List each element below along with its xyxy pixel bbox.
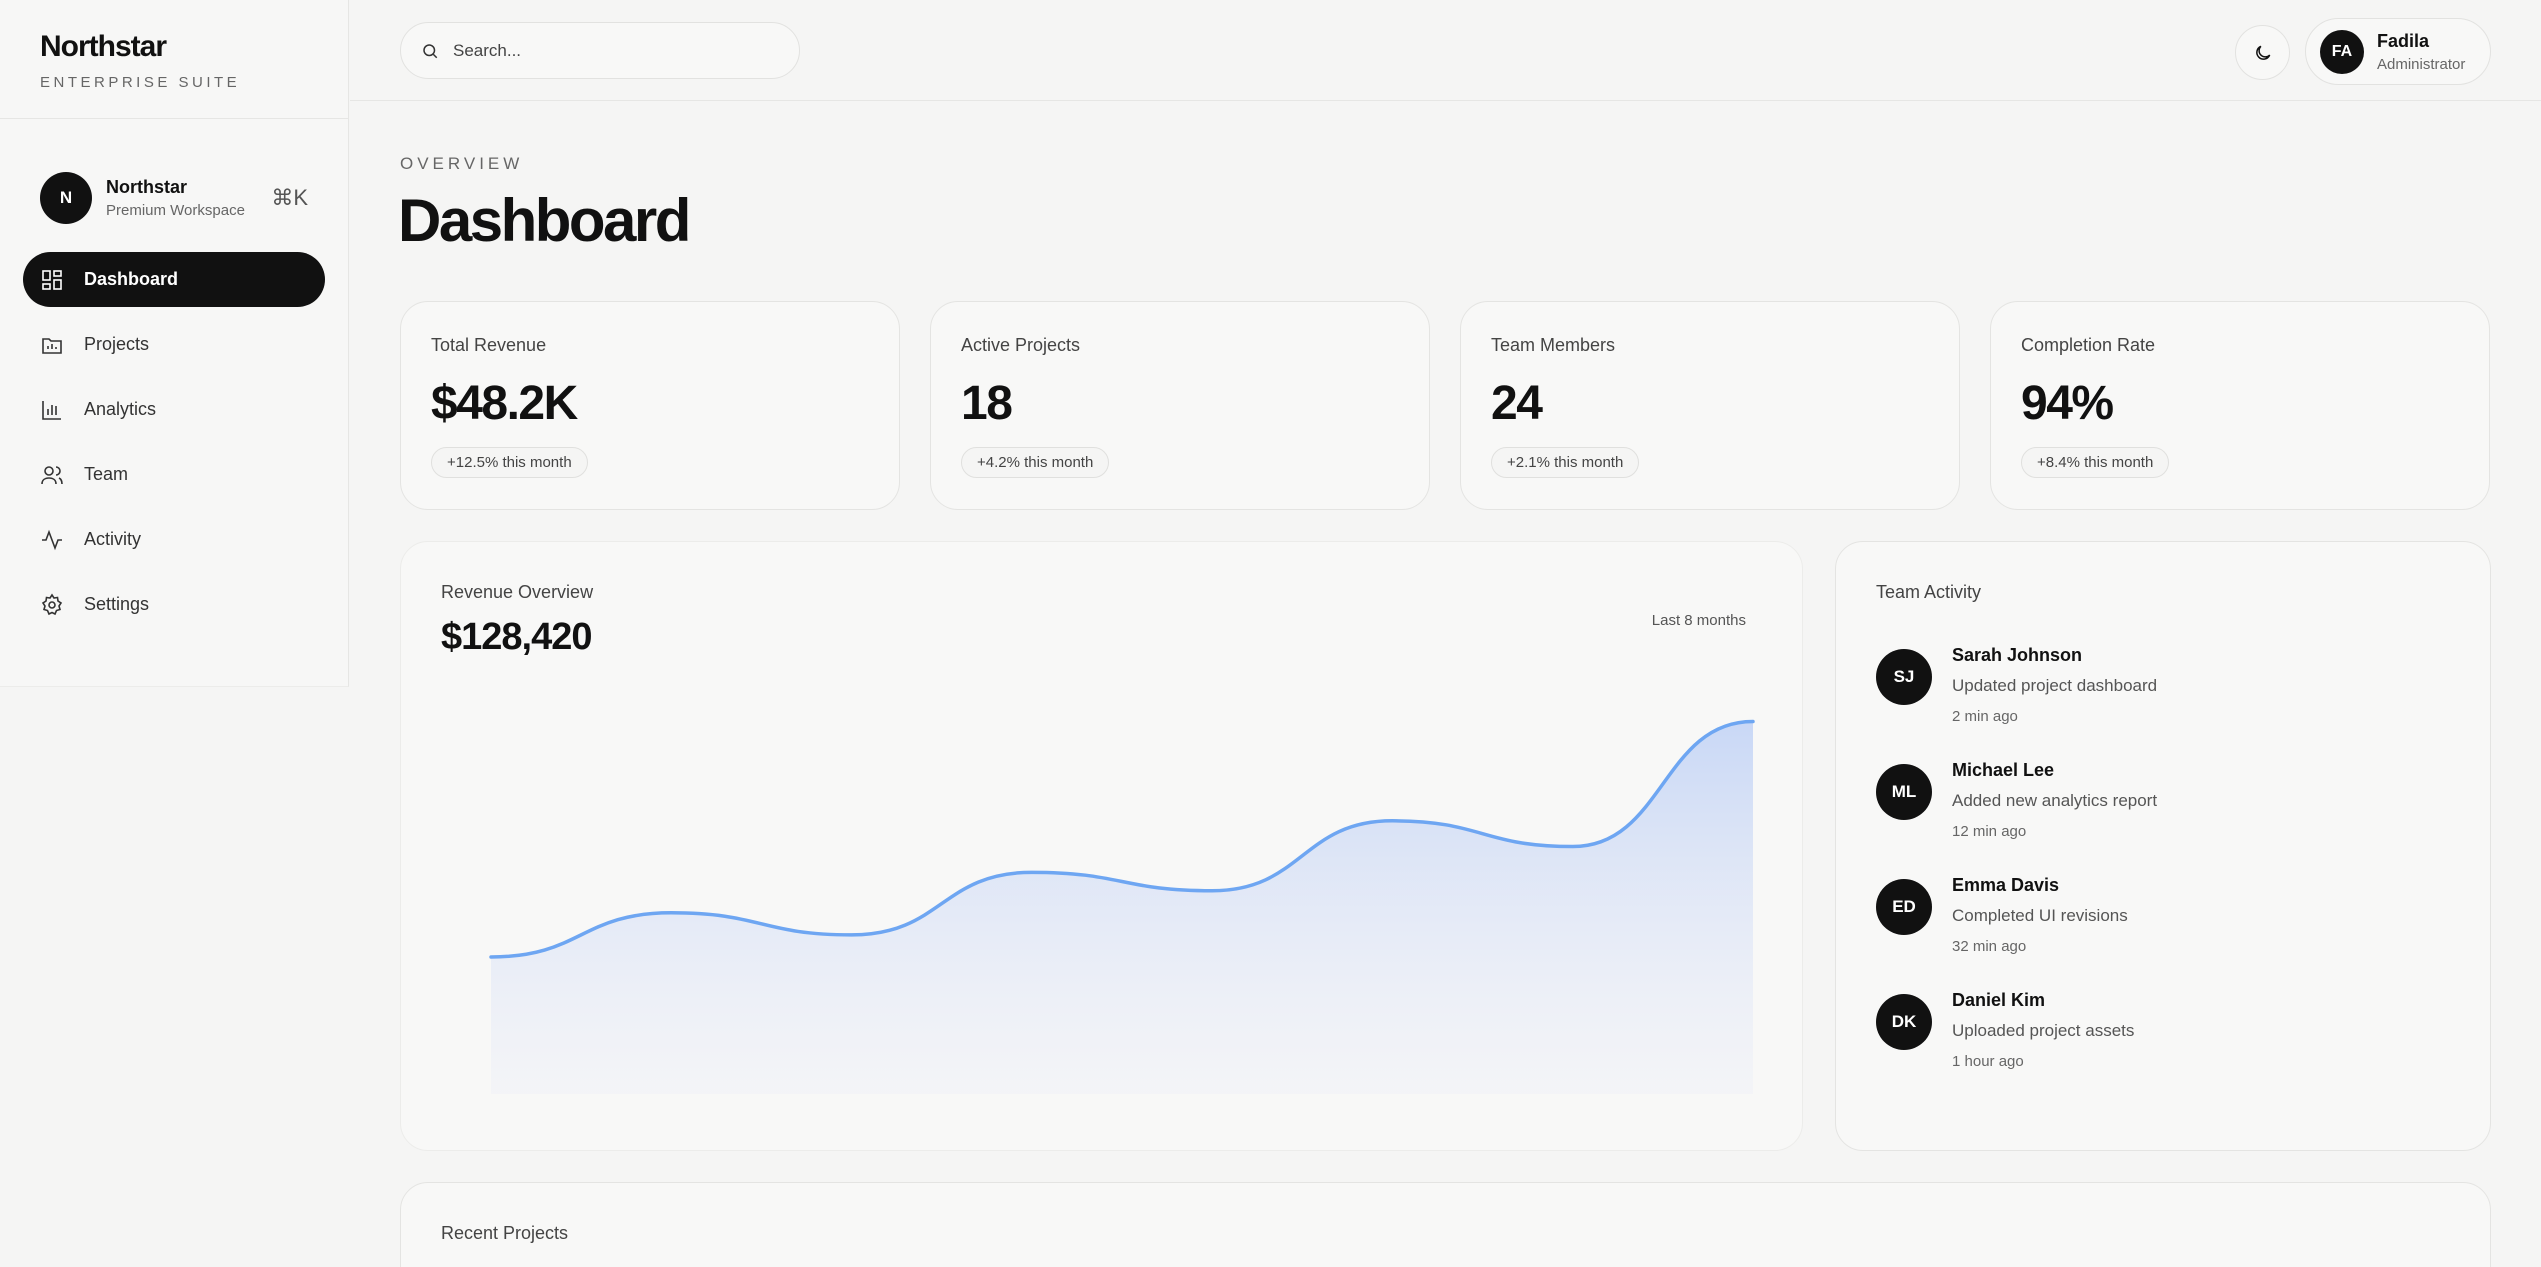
stat-change-badge: +2.1% this month: [1491, 447, 1640, 478]
search-input[interactable]: [453, 40, 773, 61]
user-name: Fadila: [2377, 30, 2430, 51]
sidebar-item-dashboard[interactable]: Dashboard: [23, 252, 325, 307]
activity-description: Updated project dashboard: [1952, 676, 2158, 695]
stat-change-badge: +8.4% this month: [2021, 447, 2170, 478]
activity-item[interactable]: DK Daniel Kim Uploaded project assets 1 …: [1876, 990, 2134, 1070]
avatar: ED: [1876, 879, 1932, 935]
sidebar-item-label: Dashboard: [84, 269, 179, 289]
sidebar-item-team[interactable]: Team: [23, 447, 325, 502]
sidebar-item-activity[interactable]: Activity: [23, 512, 325, 567]
workspace-avatar: N: [40, 171, 92, 224]
moon-icon: [2255, 45, 2270, 60]
avatar: SJ: [1876, 649, 1932, 705]
stat-label: Active Projects: [961, 335, 1081, 355]
activity-description: Uploaded project assets: [1952, 1021, 2135, 1040]
user-menu[interactable]: FA Fadila Administrator: [2305, 18, 2491, 85]
stat-label: Total Revenue: [431, 335, 547, 355]
stat-card-completion: Completion Rate 94% +8.4% this month: [1990, 301, 2490, 510]
avatar: DK: [1876, 994, 1932, 1050]
stat-change-badge: +12.5% this month: [431, 447, 588, 478]
activity-user-name: Michael Lee: [1952, 760, 2055, 780]
stat-change-badge: +4.2% this month: [961, 447, 1110, 478]
theme-toggle-button[interactable]: [2235, 25, 2290, 80]
activity-time: 32 min ago: [1952, 938, 2027, 955]
workspace-switcher[interactable]: N Northstar Premium Workspace ⌘K: [0, 119, 348, 239]
activity-item[interactable]: ML Michael Lee Added new analytics repor…: [1876, 760, 2157, 840]
sidebar-item-label: Team: [84, 464, 129, 484]
stat-card-team: Team Members 24 +2.1% this month: [1460, 301, 1960, 510]
top-bar: FA Fadila Administrator: [350, 0, 2541, 101]
brand-subtitle: ENTERPRISE SUITE: [40, 74, 241, 91]
pulse-icon: [42, 529, 62, 550]
activity-title: Team Activity: [1876, 582, 1982, 602]
chart-total-value: $128,420: [441, 616, 592, 658]
revenue-chart-card: Revenue Overview $128,420 Last 8 months: [400, 541, 1803, 1151]
search-icon: [423, 43, 438, 58]
stat-value: 18: [961, 377, 1013, 430]
stat-card-projects: Active Projects 18 +4.2% this month: [930, 301, 1430, 510]
sidebar-item-label: Settings: [84, 594, 150, 614]
recent-projects-card: Recent Projects: [400, 1182, 2491, 1267]
bar-chart-icon: [42, 400, 61, 420]
sidebar: Northstar ENTERPRISE SUITE N Northstar P…: [0, 0, 349, 687]
sidebar-item-analytics[interactable]: Analytics: [23, 382, 325, 437]
activity-time: 1 hour ago: [1952, 1053, 2024, 1070]
page-eyebrow: OVERVIEW: [400, 154, 524, 173]
workspace-name: Northstar: [106, 176, 188, 197]
activity-user-name: Sarah Johnson: [1952, 645, 2083, 665]
stat-label: Completion Rate: [2021, 335, 2156, 355]
brand: Northstar ENTERPRISE SUITE: [0, 0, 348, 119]
activity-description: Added new analytics report: [1952, 791, 2158, 810]
activity-item[interactable]: ED Emma Davis Completed UI revisions 32 …: [1876, 875, 2128, 955]
sidebar-item-label: Analytics: [84, 399, 157, 419]
activity-time: 2 min ago: [1952, 708, 2018, 725]
stat-value: $48.2K: [431, 377, 578, 430]
user-role: Administrator: [2377, 55, 2466, 73]
users-icon: [41, 465, 63, 484]
gear-icon: [41, 593, 63, 615]
stat-card-revenue: Total Revenue $48.2K +12.5% this month: [400, 301, 900, 510]
command-shortcut[interactable]: ⌘K: [271, 185, 308, 211]
sidebar-nav: Dashboard Projects Analytics Team Activi…: [0, 252, 348, 632]
sidebar-item-projects[interactable]: Projects: [23, 317, 325, 372]
avatar: FA: [2320, 29, 2364, 74]
stat-label: Team Members: [1491, 335, 1616, 355]
chart-title: Revenue Overview: [441, 582, 594, 602]
activity-item[interactable]: SJ Sarah Johnson Updated project dashboa…: [1876, 645, 2157, 725]
team-activity-card: Team Activity SJ Sarah Johnson Updated p…: [1835, 541, 2491, 1151]
recent-projects-title: Recent Projects: [441, 1223, 569, 1243]
sidebar-item-label: Activity: [84, 529, 142, 549]
sidebar-item-settings[interactable]: Settings: [23, 577, 325, 632]
activity-time: 12 min ago: [1952, 823, 2027, 840]
workspace-plan: Premium Workspace: [106, 201, 245, 219]
chart-range-label[interactable]: Last 8 months: [1652, 612, 1746, 629]
brand-name: Northstar: [40, 30, 167, 63]
stat-value: 94%: [2021, 377, 2114, 430]
folder-icon: [42, 337, 62, 354]
search-box[interactable]: [400, 22, 800, 79]
stat-value: 24: [1491, 377, 1543, 430]
revenue-chart: [489, 719, 1755, 1094]
revenue-area: [491, 721, 1753, 1094]
activity-user-name: Daniel Kim: [1952, 990, 2046, 1010]
activity-user-name: Emma Davis: [1952, 875, 2060, 895]
activity-description: Completed UI revisions: [1952, 906, 2128, 925]
avatar: ML: [1876, 764, 1932, 820]
sidebar-item-label: Projects: [84, 334, 150, 354]
page-title: Dashboard: [398, 187, 691, 254]
grid-icon: [42, 269, 62, 290]
